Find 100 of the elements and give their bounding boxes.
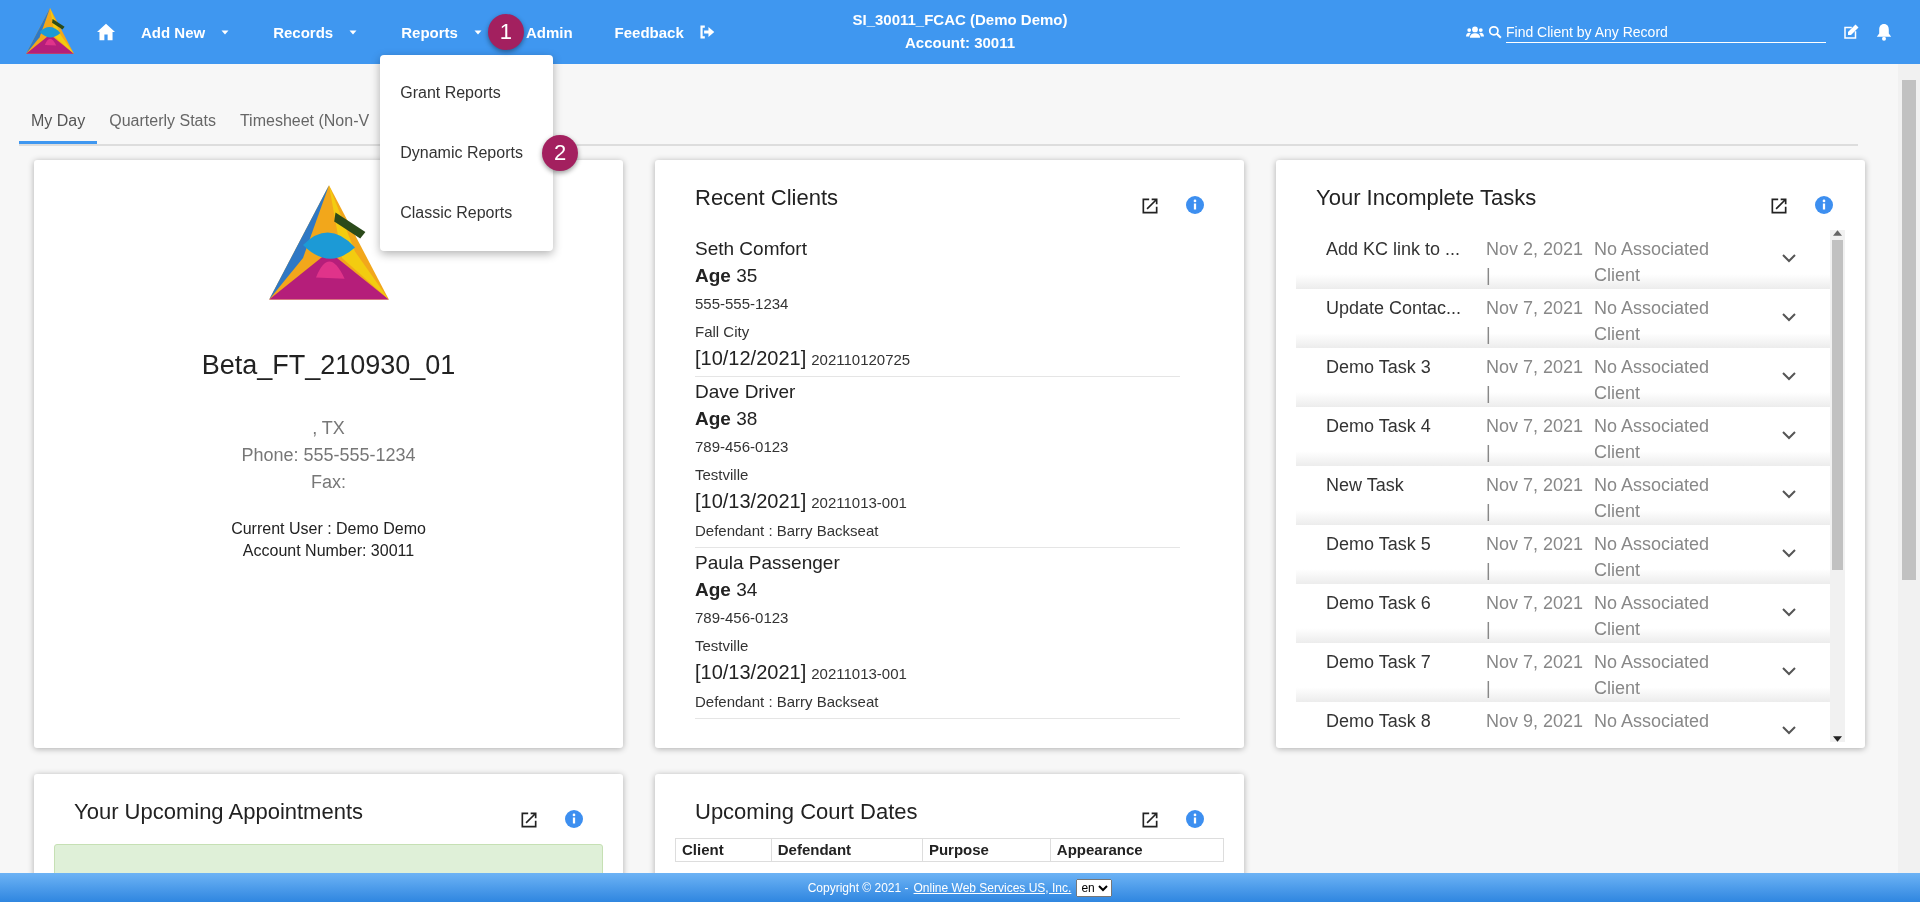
card-title: Your Upcoming Appointments — [74, 799, 364, 825]
chevron-down-icon[interactable] — [1782, 490, 1796, 499]
sign-out-icon[interactable] — [697, 24, 716, 40]
card-title: Your Incomplete Tasks — [1316, 185, 1537, 211]
current-user: Current User : Demo Demo — [231, 519, 426, 539]
task-date: Nov 7, 2021 | — [1486, 651, 1585, 700]
client-phone: 555-555-1234 — [695, 294, 790, 314]
edit-icon[interactable] — [1842, 23, 1860, 41]
external-link-icon[interactable] — [519, 810, 539, 830]
task-row[interactable]: Demo Task 6 Nov 7, 2021 | No Associated Client — [1296, 584, 1830, 643]
task-date: Nov 7, 2021 | — [1486, 474, 1585, 523]
task-client: No Associated Client — [1594, 533, 1711, 582]
case-date: [10/12/2021] — [695, 347, 807, 370]
client-name[interactable]: Paula Passenger — [695, 550, 1180, 576]
info-icon[interactable] — [1186, 810, 1204, 828]
task-client: No Associated Client — [1594, 474, 1711, 523]
menu-item[interactable]: Dynamic Reports — [380, 122, 543, 183]
external-link-icon[interactable] — [1140, 810, 1160, 830]
task-name: Add KC link to ... — [1326, 238, 1462, 261]
client-city: Testville — [695, 636, 750, 656]
tab[interactable]: Quarterly Stats — [97, 100, 228, 144]
task-client: No Associated Client — [1594, 356, 1711, 405]
copyright-text: Copyright © 2021 - — [807, 880, 909, 895]
task-name: Demo Task 8 — [1326, 710, 1432, 733]
organization-location: , TX — [312, 417, 345, 440]
menu-item[interactable]: Grant Reports — [380, 62, 521, 123]
column-header: Purpose — [922, 838, 1051, 862]
users-icon — [1466, 25, 1484, 39]
column-header: Appearance — [1050, 838, 1224, 862]
task-row[interactable]: Demo Task 7 Nov 7, 2021 | No Associated Client — [1296, 643, 1830, 702]
task-list-scrollbar[interactable] — [1830, 230, 1845, 742]
case-number: 202110120725 — [811, 350, 911, 370]
chevron-down-icon[interactable] — [1782, 313, 1796, 322]
task-name: Update Contac... — [1326, 297, 1463, 320]
task-row[interactable]: Add KC link to ... Nov 2, 2021 | No Associated Client — [1296, 230, 1830, 289]
external-link-icon[interactable] — [1769, 196, 1789, 216]
defendant-name: Defendant : Barry Backseat — [695, 521, 880, 541]
task-client: No Associated Client — [1594, 238, 1711, 287]
client-age: Age 35 — [695, 264, 759, 288]
client-age: Age 38 — [695, 407, 759, 431]
info-icon[interactable] — [565, 810, 583, 828]
case-number: 20211013-001 — [811, 664, 907, 684]
chevron-down-icon[interactable] — [1782, 431, 1796, 440]
client-age: Age 34 — [695, 578, 759, 602]
organization-phone: Phone: 555-555-1234 — [241, 444, 416, 467]
task-date: Nov 7, 2021 | — [1486, 297, 1585, 346]
task-date: Nov 9, 2021 — [1486, 710, 1585, 733]
callout-badge: 2 — [542, 134, 579, 171]
task-row[interactable]: Update Contac... Nov 7, 2021 | No Associated Client — [1296, 289, 1830, 348]
client-name[interactable]: Seth Comfort — [695, 236, 1180, 262]
search-field[interactable]: Find Client by Any Record — [1506, 21, 1826, 43]
column-header: Client — [675, 838, 772, 862]
chevron-down-icon[interactable] — [1782, 667, 1796, 676]
task-name: Demo Task 5 — [1326, 533, 1432, 556]
task-name: Demo Task 3 — [1326, 356, 1432, 379]
chevron-down-icon[interactable] — [1782, 372, 1796, 381]
organization-name: Beta_FT_210930_01 — [201, 350, 456, 381]
chevron-down-icon[interactable] — [1782, 608, 1796, 617]
task-date: Nov 7, 2021 | — [1486, 533, 1585, 582]
card-title: Upcoming Court Dates — [695, 799, 918, 825]
task-row[interactable]: Demo Task 5 Nov 7, 2021 | No Associated Client — [1296, 525, 1830, 584]
task-date: Nov 2, 2021 | — [1486, 238, 1585, 287]
bell-icon[interactable] — [1876, 23, 1892, 41]
card-title: Recent Clients — [695, 185, 839, 211]
external-link-icon[interactable] — [1140, 196, 1160, 216]
menu-item[interactable]: Classic Reports — [380, 182, 533, 243]
organization-fax: Fax: — [311, 471, 346, 494]
task-name: Demo Task 7 — [1326, 651, 1432, 674]
task-name: Demo Task 4 — [1326, 415, 1432, 438]
info-icon[interactable] — [1815, 196, 1833, 214]
task-row[interactable]: New Task Nov 7, 2021 | No Associated Client — [1296, 466, 1830, 525]
case-date: [10/13/2021] — [695, 490, 807, 513]
tab[interactable]: Timesheet (Non-V — [227, 100, 382, 144]
chevron-down-icon[interactable] — [1782, 549, 1796, 558]
scroll-up-arrow-icon[interactable] — [1833, 230, 1842, 236]
account-title: SI_30011_FCAC (Demo Demo) — [852, 10, 1068, 30]
task-row[interactable]: Demo Task 8 Nov 9, 2021 No Associated — [1296, 702, 1830, 742]
task-name: Demo Task 6 — [1326, 592, 1432, 615]
home-icon[interactable] — [96, 23, 116, 41]
tab[interactable]: My Day — [19, 100, 98, 144]
account-number: Account: 30011 — [904, 33, 1015, 53]
task-client: No Associated — [1594, 710, 1711, 733]
task-row[interactable]: Demo Task 4 Nov 7, 2021 | No Associated Client — [1296, 407, 1830, 466]
chevron-down-icon[interactable] — [1782, 726, 1796, 735]
task-date: Nov 7, 2021 | — [1486, 415, 1585, 464]
task-client: No Associated Client — [1594, 415, 1711, 464]
task-row[interactable]: Demo Task 3 Nov 7, 2021 | No Associated Client — [1296, 348, 1830, 407]
chevron-down-icon[interactable] — [1782, 254, 1796, 263]
case-date: [10/13/2021] — [695, 661, 807, 684]
task-client: No Associated Client — [1594, 592, 1711, 641]
client-city: Fall City — [695, 322, 751, 342]
language-select[interactable]: en — [1076, 878, 1113, 897]
account-number: Account Number: 30011 — [242, 541, 415, 561]
scroll-down-arrow-icon[interactable] — [1833, 736, 1842, 742]
page-scrollbar[interactable] — [1898, 64, 1920, 873]
task-client: No Associated Client — [1594, 297, 1711, 346]
info-icon[interactable] — [1186, 196, 1204, 214]
client-name[interactable]: Dave Driver — [695, 379, 1180, 405]
defendant-name: Defendant : Barry Backseat — [695, 692, 880, 712]
client-phone: 789-456-0123 — [695, 608, 790, 628]
